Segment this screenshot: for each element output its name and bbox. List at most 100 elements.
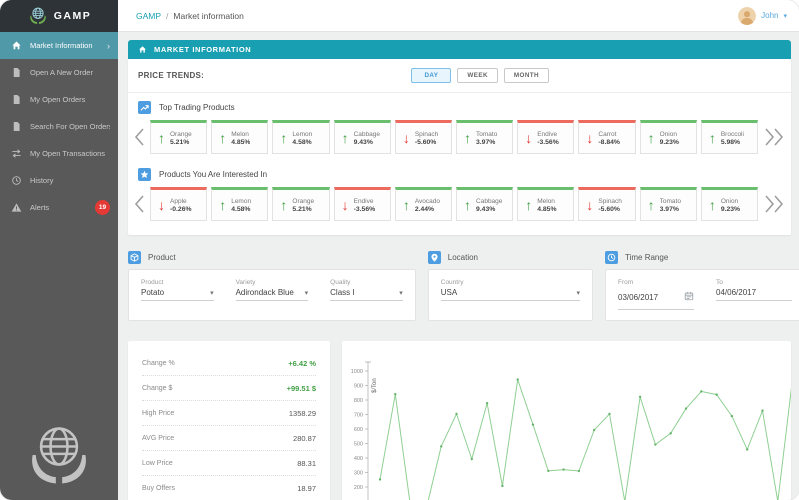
chevron-down-icon: ▾ [783, 12, 787, 20]
product-ticker-card[interactable]: Melon 4.85% [211, 120, 269, 154]
scroll-right-icon[interactable] [763, 126, 785, 148]
period-button[interactable]: WEEK [457, 68, 498, 83]
product-change-pct: -3.56% [353, 205, 376, 213]
period-toggle-group: DAY WEEK MONTH [411, 68, 549, 83]
product-panel: Product Product Potato ▾ Variety Adirond… [128, 251, 416, 321]
product-ticker-card[interactable]: Melon 4.85% [517, 187, 575, 221]
product-change-pct: 3.97% [476, 138, 496, 146]
product-ticker-card[interactable]: Spinach -5.60% [394, 120, 453, 154]
sidebar-item[interactable]: Search For Open Orders [0, 113, 118, 140]
sidebar-item-label: Market Information [30, 41, 93, 50]
product-ticker-card[interactable]: Onion 9.23% [639, 120, 697, 154]
avatar [738, 6, 757, 25]
sidebar-item[interactable]: Open A New Order [0, 59, 118, 86]
time-range-panel-box: From 03/06/2017 To 04/06/2017 [605, 269, 799, 321]
product-ticker-card[interactable]: Tomato 3.97% [456, 120, 514, 154]
svg-text:$/Ton: $/Ton [372, 378, 378, 393]
sidebar-item-label: Search For Open Orders [30, 122, 110, 131]
product-ticker-card[interactable]: Carrot -8.84% [578, 120, 636, 154]
sidebar-item[interactable]: Market Information › [0, 32, 118, 59]
stat-value: 280.87 [293, 433, 316, 443]
trend-arrow-icon [709, 131, 716, 145]
trend-arrow-icon [586, 131, 593, 145]
date-to-field[interactable]: To 04/06/2017 [716, 279, 792, 310]
product-ticker-card[interactable]: Endive -3.56% [333, 187, 391, 221]
product-name: Lemon [231, 197, 252, 205]
trend-arrow-icon [525, 131, 532, 145]
interested-ticker: Apple -0.26% Lemon 4.58% [128, 186, 791, 227]
field-value: Potato [141, 288, 165, 297]
sidebar-item-label: My Open Transactions [30, 149, 106, 158]
scroll-left-icon[interactable] [134, 193, 145, 215]
stat-value: +99.51 $ [286, 383, 316, 393]
svg-text:1000: 1000 [351, 369, 363, 375]
product-ticker-card[interactable]: Broccoli 5.98% [700, 120, 758, 154]
field-value: USA [440, 288, 458, 297]
select-field[interactable]: Country USA ▾ [440, 279, 580, 310]
top-trading-ticker: Orange 5.21% Melon 4.85% [128, 119, 791, 160]
globe-hands-icon [30, 7, 46, 24]
scroll-right-icon[interactable] [763, 193, 785, 215]
sidebar-item[interactable]: Alerts 19 [0, 194, 118, 221]
product-change-pct: -5.60% [598, 205, 620, 213]
product-ticker-card[interactable]: Endive -3.56% [517, 120, 575, 154]
calendar-icon[interactable] [684, 288, 694, 306]
sidebar-item-icon [11, 67, 22, 78]
product-ticker-card[interactable]: Lemon 4.58% [211, 187, 269, 221]
app-logo[interactable]: GAMP [0, 0, 118, 32]
main-content: MARKET INFORMATION PRICE TRENDS: DAY WEEK… [118, 32, 799, 500]
product-ticker-card[interactable]: Orange 5.21% [150, 120, 208, 154]
select-field[interactable]: Product Potato ▾ [141, 279, 214, 310]
period-button[interactable]: MONTH [503, 68, 549, 83]
breadcrumb-current: Market information [173, 10, 244, 21]
date-to-value: 04/06/2017 [716, 288, 757, 297]
trend-arrow-icon [648, 131, 655, 145]
sidebar-item[interactable]: My Open Orders [0, 86, 118, 113]
date-from-field[interactable]: From 03/06/2017 [618, 279, 694, 310]
svg-text:500: 500 [354, 442, 363, 448]
select-field[interactable]: Quality Class I ▾ [330, 279, 403, 310]
star-icon [138, 168, 151, 181]
product-panel-title: Product [148, 253, 176, 262]
chevron-right-icon: › [107, 40, 110, 51]
trend-arrow-icon [342, 198, 349, 212]
sidebar-item-icon [11, 202, 22, 213]
product-name: Onion [659, 130, 677, 138]
stat-row: High Price 1358.29 [142, 401, 316, 426]
product-name: Melon [537, 197, 555, 205]
period-button[interactable]: DAY [411, 68, 452, 83]
clock-icon [605, 251, 618, 264]
svg-text:700: 700 [354, 413, 363, 419]
product-ticker-card[interactable]: Tomato 3.97% [639, 187, 697, 221]
product-ticker-card[interactable]: Onion 9.23% [700, 187, 758, 221]
field-label: Product [141, 279, 164, 286]
product-ticker-card[interactable]: Cabbage 9.43% [456, 187, 514, 221]
scroll-left-icon[interactable] [134, 126, 145, 148]
product-ticker-card[interactable]: Avocado 2.44% [394, 187, 453, 221]
product-change-pct: -8.84% [598, 138, 620, 146]
chevron-down-icon: ▾ [399, 289, 403, 297]
top-trading-items: Orange 5.21% Melon 4.85% [150, 120, 758, 154]
product-ticker-card[interactable]: Orange 5.21% [272, 187, 330, 221]
product-ticker-card[interactable]: Spinach -5.60% [578, 187, 636, 221]
product-ticker-card[interactable]: Cabbage 9.43% [333, 120, 391, 154]
sidebar-menu: Market Information › Open A New Order My… [0, 32, 118, 221]
stat-row: AVG Price 280.87 [142, 426, 316, 451]
stat-value: +6.42 % [288, 358, 316, 368]
sidebar-item[interactable]: My Open Transactions [0, 140, 118, 167]
product-ticker-card[interactable]: Lemon 4.58% [272, 120, 330, 154]
product-name: Broccoli [720, 130, 744, 138]
trend-arrow-icon [464, 198, 471, 212]
trend-arrow-icon [648, 198, 655, 212]
select-field[interactable]: Variety Adirondack Blue ▾ [235, 279, 309, 310]
trend-arrow-icon [219, 198, 226, 212]
user-menu[interactable]: John ▾ [738, 6, 787, 25]
stat-value: 1358.29 [288, 408, 316, 418]
sidebar-item-icon [11, 94, 22, 105]
breadcrumb-home-link[interactable]: GAMP [136, 11, 161, 21]
product-change-pct: 9.23% [720, 205, 741, 213]
product-ticker-card[interactable]: Apple -0.26% [150, 187, 208, 221]
sidebar: GAMP Market Information › Open A New Ord… [0, 0, 118, 500]
section-header-bar: MARKET INFORMATION [128, 40, 791, 59]
sidebar-item[interactable]: History [0, 167, 118, 194]
